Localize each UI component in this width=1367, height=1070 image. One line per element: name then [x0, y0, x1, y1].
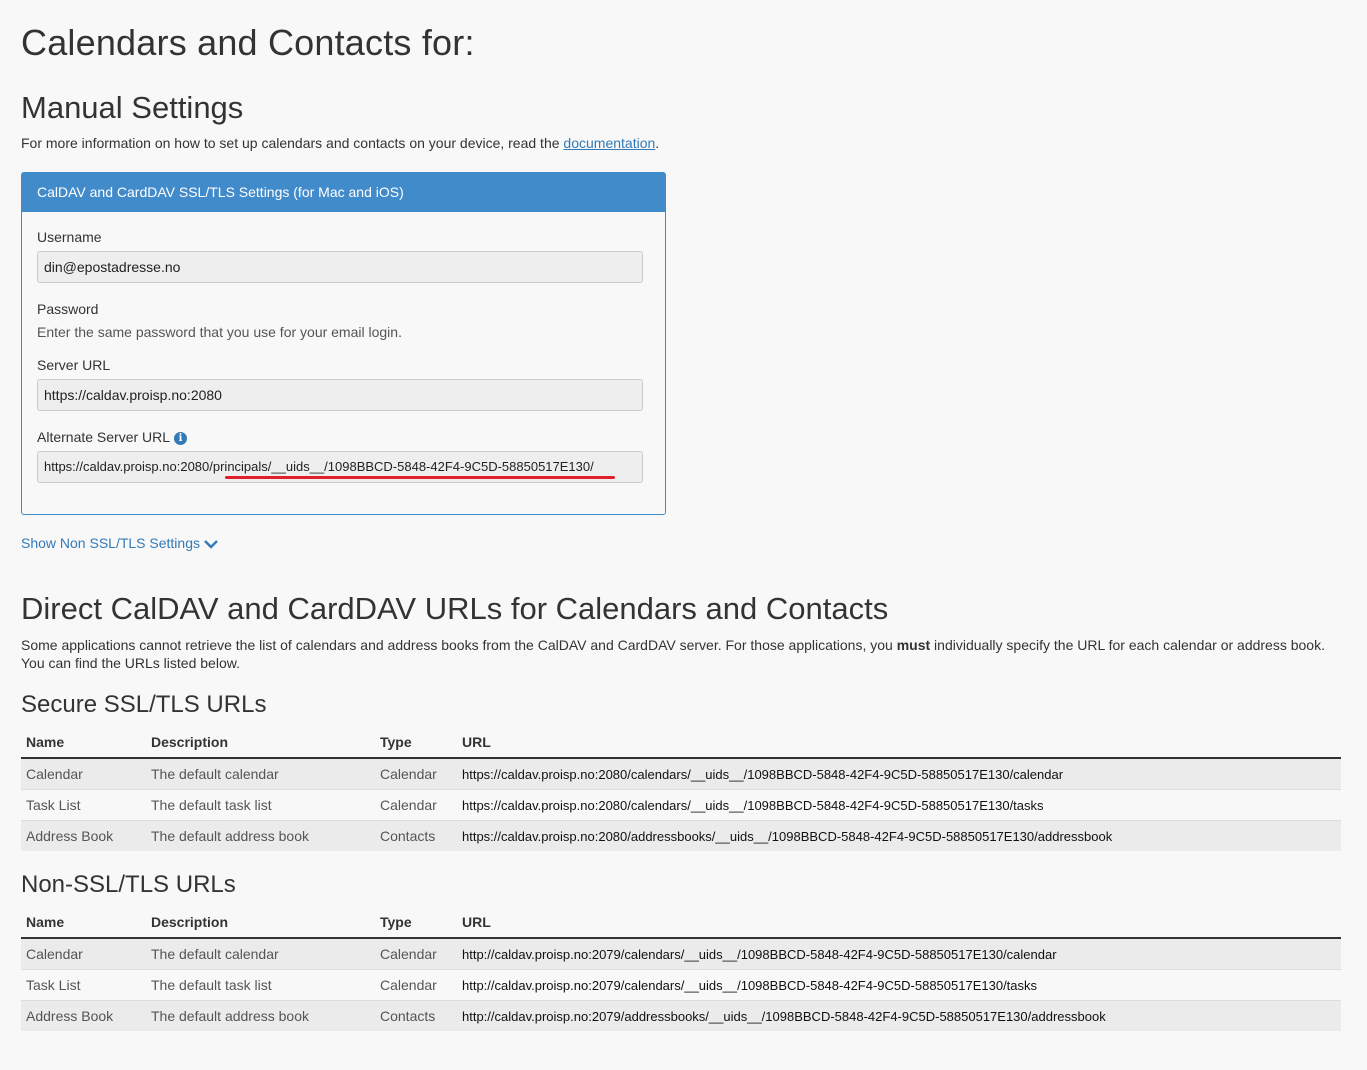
ssl-settings-panel: CalDAV and CardDAV SSL/TLS Settings (for… — [21, 172, 666, 515]
table-row: Address Book The default address book Co… — [21, 820, 1341, 851]
cell-name: Address Book — [21, 820, 151, 851]
username-label: Username — [37, 229, 102, 245]
show-non-ssl-toggle[interactable]: Show Non SSL/TLS Settings — [21, 535, 219, 551]
cell-description: The default task list — [151, 789, 380, 821]
cell-name: Task List — [21, 969, 151, 1001]
toggle-label: Show Non SSL/TLS Settings — [21, 535, 200, 551]
intro-text: For more information on how to set up ca… — [21, 135, 564, 151]
desc-bold: must — [896, 637, 931, 653]
table-header-row: Name Description Type URL — [21, 907, 1341, 939]
red-underline-highlight — [225, 476, 615, 479]
cell-type: Contacts — [380, 820, 462, 851]
cell-description: The default address book — [151, 820, 380, 851]
table-row: Task List The default task list Calendar… — [21, 789, 1341, 821]
page-title: Calendars and Contacts for: — [21, 22, 475, 63]
cell-description: The default task list — [151, 969, 380, 1001]
cell-url: http://caldav.proisp.no:2079/calendars/_… — [462, 937, 1341, 970]
col-type[interactable]: Type — [380, 907, 462, 939]
manual-settings-heading: Manual Settings — [21, 90, 244, 125]
info-icon[interactable]: i — [174, 432, 188, 445]
direct-urls-heading: Direct CalDAV and CardDAV URLs for Calen… — [21, 591, 889, 626]
cell-url: http://caldav.proisp.no:2079/addressbook… — [462, 1000, 1341, 1031]
alt-server-url-label: Alternate Server URL — [37, 429, 171, 445]
table-row: Address Book The default address book Co… — [21, 1000, 1341, 1031]
cell-description: The default calendar — [151, 937, 380, 970]
cell-type: Calendar — [380, 937, 462, 970]
username-field[interactable]: din@epostadresse.no — [37, 251, 643, 283]
documentation-link[interactable]: documentation — [563, 135, 655, 151]
cell-type: Calendar — [380, 789, 462, 821]
cell-url: https://caldav.proisp.no:2080/addressboo… — [462, 820, 1341, 851]
manual-settings-intro: For more information on how to set up ca… — [21, 134, 659, 152]
cell-type: Contacts — [380, 1000, 462, 1031]
cell-name: Address Book — [21, 1000, 151, 1031]
cell-url: https://caldav.proisp.no:2080/calendars/… — [462, 789, 1341, 821]
cell-type: Calendar — [380, 969, 462, 1001]
col-description[interactable]: Description — [151, 907, 380, 939]
intro-end: . — [655, 135, 660, 151]
direct-urls-description: Some applications cannot retrieve the li… — [21, 636, 1341, 672]
cell-url: http://caldav.proisp.no:2079/calendars/_… — [462, 969, 1341, 1001]
nonsecure-urls-table: Name Description Type URL Calendar The d… — [21, 907, 1341, 1031]
secure-urls-table: Name Description Type URL Calendar The d… — [21, 727, 1341, 851]
cell-description: The default calendar — [151, 757, 380, 790]
password-label: Password — [37, 301, 99, 317]
server-url-field[interactable]: https://caldav.proisp.no:2080 — [37, 379, 643, 411]
cell-name: Task List — [21, 789, 151, 821]
col-description[interactable]: Description — [151, 727, 380, 759]
col-type[interactable]: Type — [380, 727, 462, 759]
nonsecure-urls-heading: Non-SSL/TLS URLs — [21, 871, 236, 898]
table-row: Calendar The default calendar Calendar h… — [21, 757, 1341, 790]
table-header-row: Name Description Type URL — [21, 727, 1341, 759]
cell-name: Calendar — [21, 937, 151, 970]
col-name[interactable]: Name — [21, 727, 151, 759]
secure-urls-heading: Secure SSL/TLS URLs — [21, 691, 267, 718]
cell-type: Calendar — [380, 757, 462, 790]
cell-name: Calendar — [21, 757, 151, 790]
cell-description: The default address book — [151, 1000, 380, 1031]
col-name[interactable]: Name — [21, 907, 151, 939]
alt-server-url-label-row: Alternate Server URL i — [37, 429, 188, 445]
password-note: Enter the same password that you use for… — [37, 324, 402, 340]
col-url[interactable]: URL — [462, 727, 1341, 759]
panel-header: CalDAV and CardDAV SSL/TLS Settings (for… — [22, 173, 665, 212]
server-url-label: Server URL — [37, 357, 111, 373]
chevron-down-icon — [204, 540, 218, 549]
table-row: Task List The default task list Calendar… — [21, 969, 1341, 1001]
cell-url: https://caldav.proisp.no:2080/calendars/… — [462, 757, 1341, 790]
col-url[interactable]: URL — [462, 907, 1341, 939]
table-row: Calendar The default calendar Calendar h… — [21, 937, 1341, 970]
desc-text: Some applications cannot retrieve the li… — [21, 637, 897, 653]
